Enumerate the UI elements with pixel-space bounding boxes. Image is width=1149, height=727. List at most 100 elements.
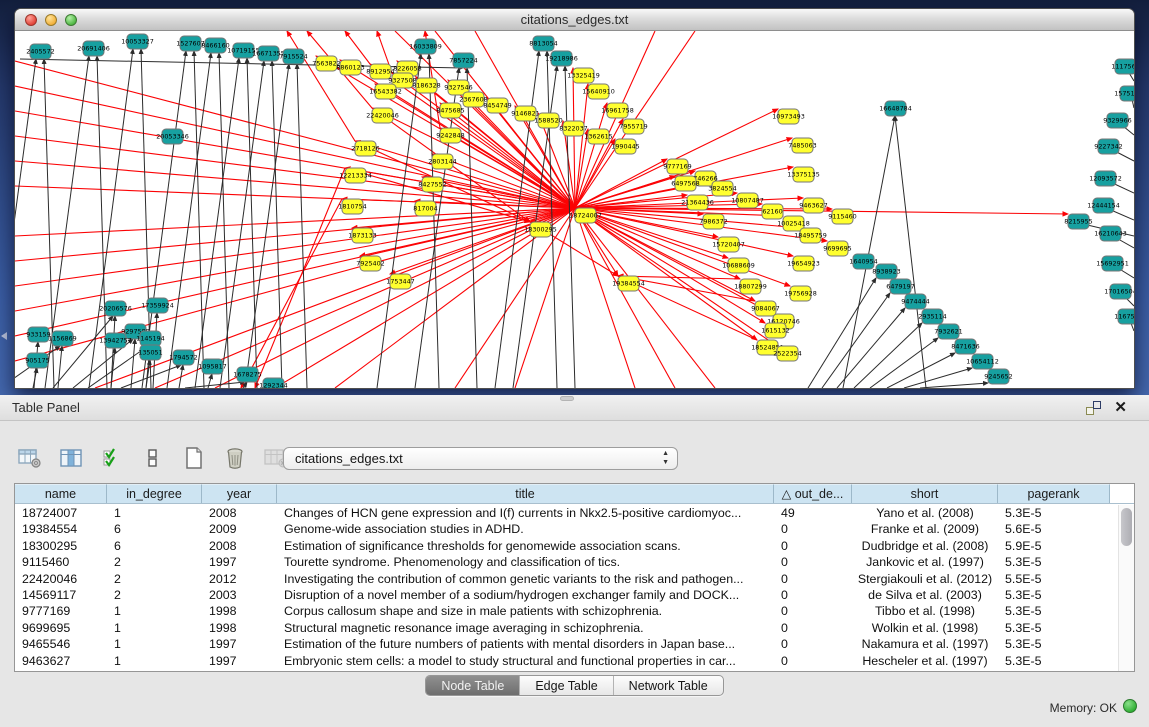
close-window-button[interactable] — [25, 14, 37, 26]
table-cell[interactable]: 5.6E-5 — [998, 521, 1110, 537]
tab-network-table[interactable]: Network Table — [614, 676, 723, 695]
graph-node[interactable]: 10807487 — [731, 193, 764, 208]
graph-node[interactable]: 8471636 — [951, 339, 979, 354]
table-cell[interactable]: 2008 — [202, 505, 277, 521]
table-selector-dropdown[interactable]: citations_edges.txt ▲▼ — [283, 447, 678, 470]
table-cell[interactable]: Nakamura et al. (1997) — [852, 636, 998, 652]
graph-node[interactable]: 1990445 — [611, 139, 639, 154]
graph-node[interactable]: 9777169 — [663, 159, 691, 174]
new-column-button[interactable] — [180, 446, 208, 470]
graph-node[interactable]: 62160 — [762, 204, 783, 219]
table-cell[interactable]: 5.3E-5 — [998, 620, 1110, 636]
graph-node[interactable]: 1678275 — [233, 367, 261, 382]
graph-node[interactable]: 905175 — [25, 353, 49, 368]
table-cell[interactable]: 19384554 — [15, 521, 107, 537]
table-cell[interactable]: Tourette syndrome. Phenomenology and cla… — [277, 554, 774, 570]
column-header-short[interactable]: short — [852, 484, 998, 503]
graph-node[interactable]: 2935114 — [918, 309, 946, 324]
graph-node[interactable]: 10973493 — [772, 109, 805, 124]
network-graph[interactable]: 1872400775638228860123891295482260589327… — [15, 31, 1134, 388]
graph-node[interactable]: 20691406 — [77, 41, 110, 56]
column-header-pagerank[interactable]: pagerank — [998, 484, 1110, 503]
table-cell[interactable]: 9115460 — [15, 554, 107, 570]
table-cell[interactable]: Franke et al. (2009) — [852, 521, 998, 537]
network-view-canvas[interactable]: 1872400775638228860123891295482260589327… — [15, 31, 1134, 388]
show-columns-button[interactable] — [57, 446, 85, 470]
graph-node[interactable]: 15692951 — [1096, 256, 1129, 271]
table-cell[interactable]: 5.3E-5 — [998, 603, 1110, 619]
table-cell[interactable]: 5.3E-5 — [998, 636, 1110, 652]
table-cell[interactable]: 0 — [774, 587, 852, 603]
table-cell[interactable]: 1998 — [202, 603, 277, 619]
graph-node[interactable]: 1873133 — [348, 228, 376, 243]
split-divider-handle[interactable] — [560, 396, 574, 401]
table-cell[interactable]: 22420046 — [15, 571, 107, 587]
table-cell[interactable]: 9777169 — [15, 603, 107, 619]
table-cell[interactable]: Disruption of a novel member of a sodium… — [277, 587, 774, 603]
table-cell[interactable]: Structural magnetic resonance image aver… — [277, 620, 774, 636]
graph-node[interactable]: 7932621 — [934, 324, 962, 339]
graph-node[interactable]: 19218986 — [545, 51, 578, 66]
graph-node[interactable]: 9242848 — [436, 128, 464, 143]
table-cell[interactable]: Tibbo et al. (1998) — [852, 603, 998, 619]
column-header-out_degree[interactable]: △ out_de... — [774, 484, 852, 503]
table-cell[interactable]: 2003 — [202, 587, 277, 603]
graph-node[interactable]: 8475685 — [436, 103, 464, 118]
table-cell[interactable]: Estimation of the future numbers of pati… — [277, 636, 774, 652]
table-scrollbar[interactable] — [1118, 505, 1134, 671]
table-row[interactable]: 977716911998Corpus callosum shape and si… — [15, 603, 1118, 619]
graph-node[interactable]: 10053327 — [121, 34, 154, 49]
table-cell[interactable]: 1 — [107, 653, 202, 669]
table-cell[interactable]: Dudbridge et al. (2008) — [852, 538, 998, 554]
graph-node[interactable]: 17359924 — [141, 298, 174, 313]
graph-node[interactable]: 16648784 — [879, 101, 912, 116]
graph-node[interactable]: 19654923 — [787, 256, 820, 271]
table-cell[interactable]: 18724007 — [15, 505, 107, 521]
graph-node[interactable]: 1753447 — [386, 274, 414, 289]
table-cell[interactable]: 18300295 — [15, 538, 107, 554]
table-cell[interactable]: 2009 — [202, 521, 277, 537]
graph-node[interactable]: 6497568 — [671, 176, 699, 191]
table-scrollbar-thumb[interactable] — [1121, 508, 1132, 546]
table-cell[interactable]: 6 — [107, 521, 202, 537]
table-cell[interactable]: 9463627 — [15, 653, 107, 669]
table-cell[interactable]: 1997 — [202, 653, 277, 669]
graph-node[interactable]: 13325419 — [567, 68, 600, 83]
table-cell[interactable]: 0 — [774, 653, 852, 669]
table-cell[interactable]: 0 — [774, 636, 852, 652]
graph-node[interactable]: 9329966 — [1103, 113, 1131, 128]
graph-node[interactable]: 8860123 — [336, 60, 364, 75]
graph-node[interactable]: 933159 — [26, 327, 50, 342]
table-cell[interactable]: 5.3E-5 — [998, 587, 1110, 603]
panel-collapse-arrow-icon[interactable] — [1, 332, 7, 340]
network-window-titlebar[interactable]: citations_edges.txt — [15, 9, 1134, 31]
graph-node[interactable]: 9463627 — [799, 198, 827, 213]
delete-column-button[interactable] — [221, 446, 249, 470]
table-cell[interactable]: 2 — [107, 587, 202, 603]
graph-node[interactable]: 7915524 — [279, 49, 307, 64]
table-row[interactable]: 1872400712008Changes of HCN gene express… — [15, 505, 1118, 521]
table-cell[interactable]: 5.3E-5 — [998, 505, 1110, 521]
graph-node[interactable]: 17016504 — [1104, 284, 1134, 299]
close-panel-icon[interactable]: ✕ — [1114, 398, 1127, 418]
graph-node[interactable]: 1145194 — [136, 331, 164, 346]
graph-node[interactable]: 7485063 — [788, 138, 816, 153]
table-row[interactable]: 969969511998Structural magnetic resonanc… — [15, 620, 1118, 636]
graph-node[interactable]: 2405572 — [26, 44, 54, 59]
graph-node[interactable]: 7986372 — [699, 214, 727, 229]
table-cell[interactable]: 1 — [107, 636, 202, 652]
graph-node[interactable]: 10654112 — [966, 354, 999, 369]
table-cell[interactable]: 0 — [774, 521, 852, 537]
table-cell[interactable]: Investigating the contribution of common… — [277, 571, 774, 587]
graph-node[interactable]: 8186328 — [412, 78, 440, 93]
tab-edge-table[interactable]: Edge Table — [520, 676, 613, 695]
graph-node[interactable]: 7857224 — [449, 53, 477, 68]
column-header-year[interactable]: year — [202, 484, 277, 503]
graph-node[interactable]: 9474444 — [901, 294, 929, 309]
graph-node[interactable]: 1615132 — [761, 323, 789, 338]
graph-node[interactable]: 8454749 — [483, 98, 511, 113]
table-cell[interactable]: Jankovic et al. (1997) — [852, 554, 998, 570]
table-row[interactable]: 946554611997Estimation of the future num… — [15, 636, 1118, 652]
graph-node[interactable]: 19756928 — [784, 286, 817, 301]
graph-node[interactable]: 9245652 — [984, 369, 1012, 384]
